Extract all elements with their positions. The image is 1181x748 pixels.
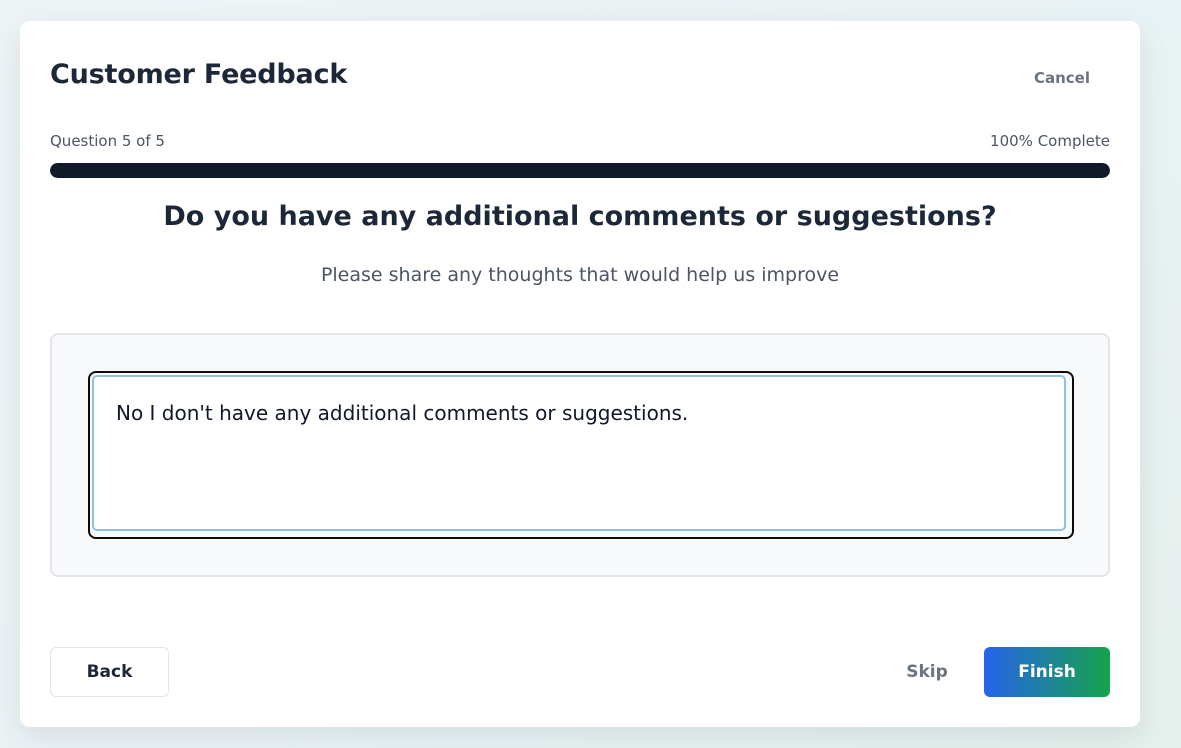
back-button[interactable]: Back — [50, 647, 169, 697]
feedback-dialog: Customer Feedback Cancel Question 5 of 5… — [20, 21, 1140, 727]
skip-button[interactable]: Skip — [888, 647, 966, 697]
answer-textarea[interactable] — [92, 375, 1066, 531]
question-counter: Question 5 of 5 — [50, 132, 165, 150]
answer-panel — [50, 333, 1110, 577]
dialog-title: Customer Feedback — [50, 59, 348, 90]
progress-bar-fill — [50, 163, 1110, 178]
question-subtitle: Please share any thoughts that would hel… — [320, 264, 840, 286]
question-title: Do you have any additional comments or s… — [163, 201, 997, 232]
progress-bar — [50, 163, 1110, 178]
finish-button[interactable]: Finish — [984, 647, 1110, 697]
cancel-button[interactable]: Cancel — [1014, 65, 1110, 91]
answer-input-focus-ring — [88, 371, 1074, 539]
progress-percent-label: 100% Complete — [990, 132, 1110, 150]
